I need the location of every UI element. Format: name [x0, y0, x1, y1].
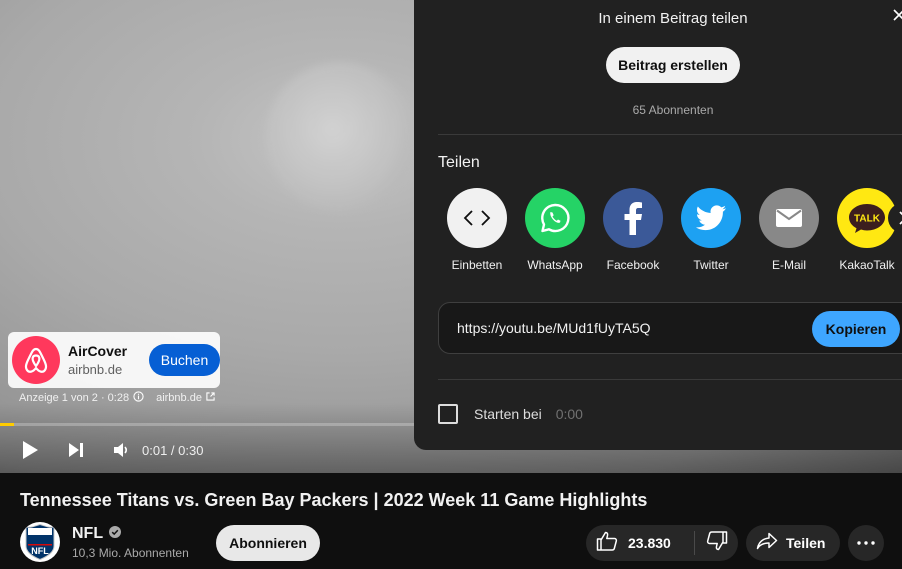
like-button[interactable]: 23.830	[586, 525, 694, 561]
post-title: In einem Beitrag teilen	[598, 10, 748, 27]
ad-counter: Anzeige 1 von 2 · 0:28	[19, 392, 130, 404]
share-email[interactable]: E-Mail	[750, 188, 828, 272]
email-icon[interactable]	[759, 188, 819, 248]
start-at-checkbox[interactable]	[438, 404, 458, 424]
play-icon[interactable]	[20, 439, 40, 461]
share-url-field[interactable]: https://youtu.be/MUd1fUyTA5Q Kopieren	[438, 302, 902, 354]
thumbs-up-icon	[596, 531, 618, 556]
avatar[interactable]: NFL	[20, 522, 60, 562]
time-display: 0:01 / 0:30	[142, 442, 204, 458]
volume-icon[interactable]	[112, 441, 130, 459]
next-icon[interactable]	[66, 440, 86, 460]
share-heading: Teilen	[438, 154, 480, 171]
share-button-label: Teilen	[786, 535, 826, 551]
airbnb-logo-icon	[12, 336, 60, 384]
ad-card[interactable]: AirCover airbnb.de Buchen	[8, 332, 220, 388]
channel-info: NFL NFL 10,3 Mio. Abonnenten	[20, 522, 189, 562]
share-whatsapp[interactable]: WhatsApp	[516, 188, 594, 272]
ad-info-domain[interactable]: airbnb.de	[156, 392, 202, 404]
share-arrow-icon	[756, 532, 778, 555]
share-button[interactable]: Teilen	[746, 525, 840, 561]
video-title: Tennessee Titans vs. Green Bay Packers |…	[20, 490, 648, 510]
start-at-label: Starten bei	[474, 406, 542, 422]
post-subscribers: 65 Abonnenten	[632, 103, 714, 117]
share-facebook-label: Facebook	[606, 258, 660, 272]
share-facebook[interactable]: Facebook	[594, 188, 672, 272]
info-icon[interactable]	[133, 391, 144, 405]
share-email-label: E-Mail	[771, 258, 806, 272]
external-link-icon	[206, 392, 215, 404]
share-embed-label: Einbetten	[451, 258, 503, 272]
dislike-button[interactable]	[695, 525, 738, 561]
more-actions-icon[interactable]	[848, 525, 884, 561]
thumbs-down-icon	[706, 530, 728, 556]
ad-info: Anzeige 1 von 2 · 0:28 airbnb.de	[19, 391, 215, 405]
ad-book-button[interactable]: Buchen	[149, 344, 220, 376]
share-panel: In einem Beitrag teilen Beitrag erstelle…	[414, 0, 902, 450]
whatsapp-icon[interactable]	[525, 188, 585, 248]
video-frame-blur	[265, 62, 415, 212]
start-at-row: Starten bei 0:00	[438, 404, 583, 424]
channel-name[interactable]: NFL	[72, 525, 103, 543]
ad-domain: airbnb.de	[68, 362, 123, 377]
share-kakaotalk-label: KakaoTalk	[839, 258, 895, 272]
create-post-button[interactable]: Beitrag erstellen	[606, 47, 740, 83]
svg-text:TALK: TALK	[854, 214, 881, 225]
share-targets: Einbetten WhatsApp Facebook Twitter E-Ma…	[438, 188, 902, 272]
close-icon[interactable]	[892, 8, 902, 27]
share-url[interactable]: https://youtu.be/MUd1fUyTA5Q	[457, 320, 651, 336]
copy-button[interactable]: Kopieren	[812, 311, 900, 347]
start-at-time: 0:00	[555, 406, 583, 422]
subscribe-button[interactable]: Abonnieren	[216, 525, 320, 561]
channel-subscribers: 10,3 Mio. Abonnenten	[72, 545, 189, 560]
divider	[438, 379, 902, 380]
like-dislike-bar: 23.830	[586, 525, 738, 561]
ad-brand: AirCover	[68, 343, 128, 359]
divider	[438, 134, 902, 135]
verified-icon	[109, 525, 122, 543]
share-twitter-label: Twitter	[693, 258, 729, 272]
progress-fill	[0, 423, 14, 426]
progress-bar[interactable]	[0, 423, 414, 426]
player-controls: 0:01 / 0:30	[0, 430, 414, 470]
svg-text:NFL: NFL	[31, 546, 49, 556]
facebook-icon[interactable]	[603, 188, 663, 248]
twitter-icon[interactable]	[681, 188, 741, 248]
share-kakaotalk[interactable]: TALK KakaoTalk	[828, 188, 902, 272]
like-count: 23.830	[628, 535, 671, 551]
share-twitter[interactable]: Twitter	[672, 188, 750, 272]
share-whatsapp-label: WhatsApp	[527, 258, 583, 272]
embed-icon[interactable]	[447, 188, 507, 248]
share-embed[interactable]: Einbetten	[438, 188, 516, 272]
